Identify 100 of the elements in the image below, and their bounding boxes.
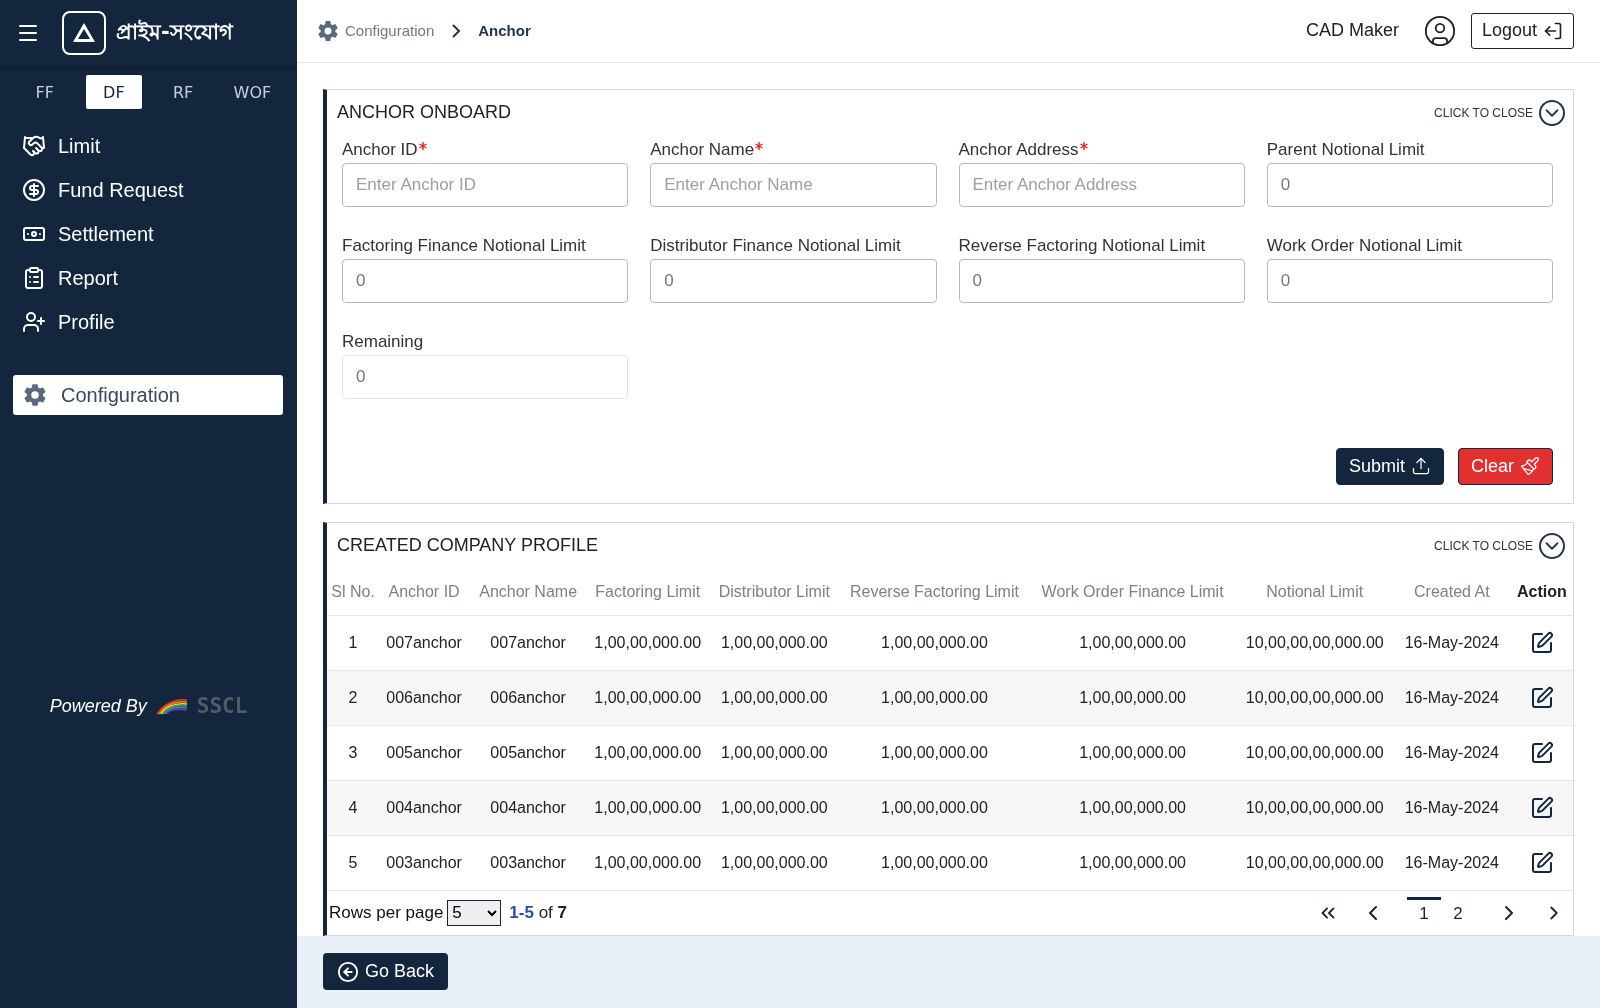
user-icon[interactable]	[1422, 13, 1457, 48]
column-header: Notional Limit	[1236, 568, 1393, 616]
column-header: Anchor Name	[469, 568, 588, 616]
upload-icon	[1411, 456, 1431, 477]
table-cell: 1,00,00,000.00	[708, 780, 841, 836]
table-cell: 10,00,00,00,000.00	[1236, 780, 1393, 836]
product-tab[interactable]: DF	[85, 75, 142, 109]
chevron-right-icon	[452, 23, 461, 38]
product-tab[interactable]: FF	[16, 75, 73, 109]
table-cell: 1,00,00,000.00	[840, 835, 1029, 891]
clipboard-icon	[22, 266, 46, 290]
table-cell: 16-May-2024	[1392, 725, 1511, 781]
edit-icon[interactable]	[1529, 850, 1554, 875]
table-cell: 005anchor	[379, 725, 470, 781]
table-cell: 1,00,00,000.00	[587, 780, 709, 836]
edit-icon[interactable]	[1529, 740, 1554, 765]
table-cell: 16-May-2024	[1392, 780, 1511, 836]
table-cell: 1,00,00,000.00	[1028, 670, 1237, 726]
breadcrumb-link[interactable]: Configuration	[345, 22, 435, 40]
handshake-icon	[22, 134, 46, 158]
input-field[interactable]: Enter Anchor Name	[650, 162, 937, 207]
field-label: Remaining	[342, 331, 424, 352]
input-field[interactable]: Enter Anchor ID	[342, 162, 629, 207]
table-cell: 10,00,00,00,000.00	[1236, 835, 1393, 891]
input-field[interactable]: 0	[1266, 258, 1553, 303]
column-header: Action	[1510, 568, 1573, 616]
input-field[interactable]: 0	[958, 258, 1245, 303]
table-cell: 10,00,00,00,000.00	[1236, 670, 1393, 726]
column-header: Sl No.	[327, 568, 380, 616]
product-tab[interactable]: WOF	[224, 75, 281, 109]
brush-icon	[1520, 456, 1540, 477]
table-cell: 10,00,00,00,000.00	[1236, 615, 1393, 671]
table-cell: 1,00,00,000.00	[840, 670, 1029, 726]
input-field[interactable]: 0	[1266, 162, 1553, 207]
logout-icon	[1543, 20, 1563, 41]
chevron-down-icon	[1539, 532, 1565, 559]
edit-icon[interactable]	[1529, 795, 1554, 820]
panel-title: CREATED COMPANY PROFILE	[337, 535, 599, 557]
field-label: Reverse Factoring Notional Limit	[958, 235, 1206, 256]
table-cell: 1,00,00,000.00	[1028, 725, 1237, 781]
logout-button[interactable]: Logout	[1470, 12, 1574, 49]
edit-icon[interactable]	[1529, 630, 1554, 655]
column-header: Factoring Limit	[587, 568, 709, 616]
column-header: Distributor Limit	[708, 568, 841, 616]
table-cell: 1,00,00,000.00	[708, 615, 841, 671]
table-cell: 003anchor	[379, 835, 470, 891]
field-label: Anchor Address	[958, 139, 1079, 160]
table-cell: 006anchor	[379, 670, 470, 726]
table-cell: 1,00,00,000.00	[708, 835, 841, 891]
table-cell: 4	[327, 780, 380, 836]
input-field[interactable]: Enter Anchor Address	[958, 162, 1245, 207]
settings-icon	[317, 19, 339, 42]
close-link[interactable]: CLICK TO CLOSE	[1434, 99, 1565, 126]
table-cell: 16-May-2024	[1392, 835, 1511, 891]
settings-icon	[23, 383, 47, 407]
menu-item[interactable]: Configuration	[13, 375, 283, 415]
table-cell: 005anchor	[469, 725, 588, 781]
field-label: Factoring Finance Notional Limit	[342, 235, 586, 256]
column-header: Work Order Finance Limit	[1028, 568, 1237, 616]
page-number[interactable]: 1	[1407, 896, 1441, 929]
powered-by-text: Powered By	[49, 695, 147, 717]
input-field[interactable]: 0	[342, 258, 629, 303]
field-label: Distributor Finance Notional Limit	[650, 235, 901, 256]
page-number[interactable]: 2	[1441, 896, 1475, 929]
table-cell: 1,00,00,000.00	[587, 835, 709, 891]
table-cell: 1,00,00,000.00	[840, 725, 1029, 781]
table-cell: 007anchor	[469, 615, 588, 671]
rows-per-page-label: Rows per page	[329, 902, 444, 923]
field-label: Parent Notional Limit	[1266, 139, 1425, 160]
menu-item[interactable]: Report	[22, 263, 297, 293]
field-label: Anchor ID	[342, 139, 418, 160]
go-back-button[interactable]: Go Back	[323, 953, 449, 991]
submit-button[interactable]: Submit	[1335, 447, 1444, 485]
field-label: Anchor Name	[650, 139, 755, 160]
table-cell: 1,00,00,000.00	[1028, 615, 1237, 671]
menu-item[interactable]: Fund Request	[22, 175, 297, 205]
table-cell: 2	[327, 670, 380, 726]
column-header: Anchor ID	[379, 568, 470, 616]
table-cell: 004anchor	[469, 780, 588, 836]
table-cell: 003anchor	[469, 835, 588, 891]
table-cell: 1,00,00,000.00	[1028, 835, 1237, 891]
dollar-circle-icon	[22, 178, 46, 202]
rainbow-logo-icon	[154, 696, 189, 716]
menu-item[interactable]: Settlement	[22, 219, 297, 249]
table-cell: 16-May-2024	[1392, 615, 1511, 671]
user-plus-icon	[22, 310, 46, 334]
menu-item[interactable]: Profile	[22, 307, 297, 337]
breadcrumb-link[interactable]: Anchor	[478, 22, 531, 40]
input-field[interactable]: 0	[650, 258, 937, 303]
edit-icon[interactable]	[1529, 685, 1554, 710]
table-cell: 004anchor	[379, 780, 470, 836]
product-tab[interactable]: RF	[155, 75, 212, 109]
close-link[interactable]: CLICK TO CLOSE	[1434, 532, 1565, 559]
rows-per-page-select[interactable]: 5	[447, 899, 502, 926]
table-cell: 1,00,00,000.00	[587, 725, 709, 781]
range-text: 1-5 of 7	[509, 902, 567, 923]
menu-item[interactable]: Limit	[22, 131, 297, 161]
table-cell: 1,00,00,000.00	[587, 615, 709, 671]
table-cell: 1,00,00,000.00	[1028, 780, 1237, 836]
clear-button[interactable]: Clear	[1458, 447, 1553, 485]
